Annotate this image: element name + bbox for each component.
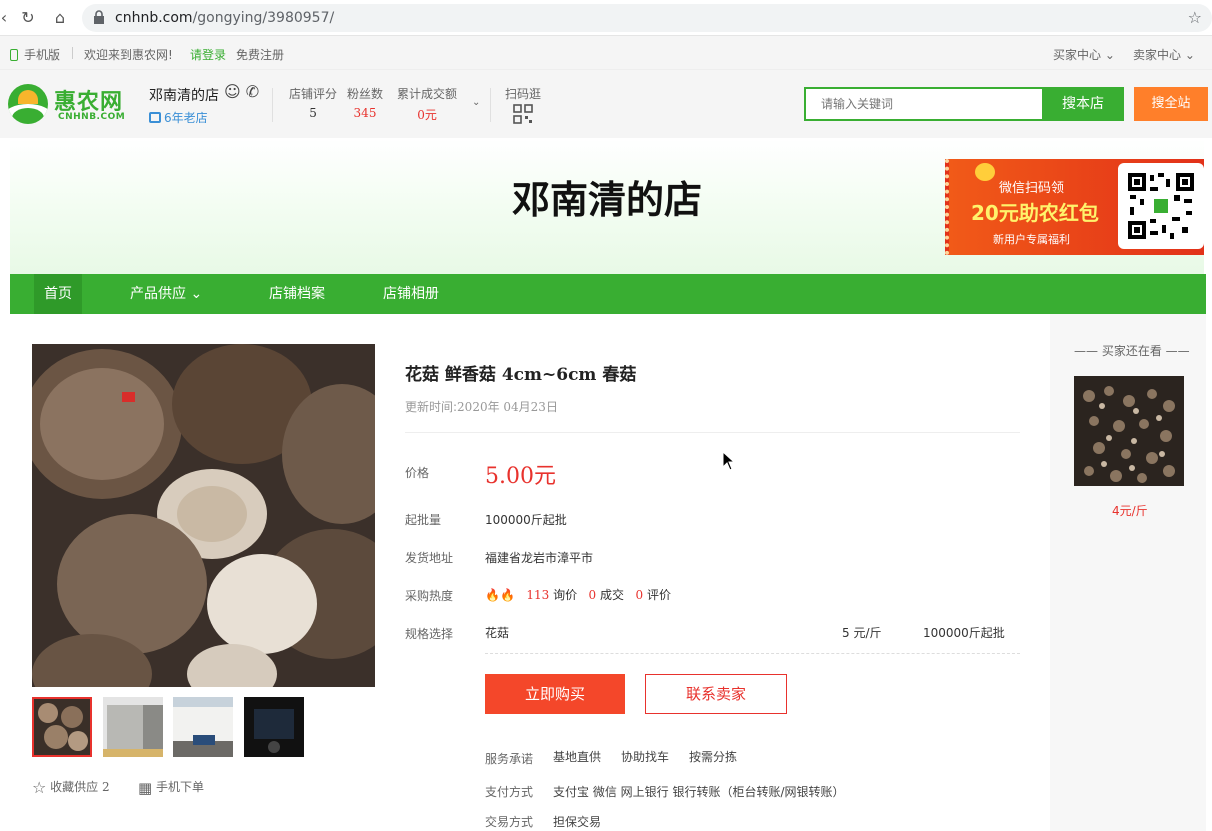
nav-products[interactable]: 产品供应 ⌄ xyxy=(130,274,202,314)
service-label: 服务承诺 xyxy=(485,752,534,766)
chevron-down-icon: ⌄ xyxy=(1104,48,1115,62)
spec-label: 规格选择 xyxy=(405,627,454,641)
search-shop-button[interactable]: 搜本店 xyxy=(1042,87,1124,121)
nav-shop-album[interactable]: 店铺相册 xyxy=(383,274,439,314)
promo-qr-code xyxy=(1118,163,1204,249)
contact-seller-button[interactable]: 联系卖家 xyxy=(645,674,787,714)
divider xyxy=(272,88,273,122)
service-item: 按需分拣 xyxy=(689,750,738,764)
phone-icon[interactable]: ✆ xyxy=(246,82,259,101)
payment-methods: 支付宝 微信 网上银行 银行转账（柜台转账/网银转账） xyxy=(553,785,845,799)
address-bar[interactable]: cnhnb.com/gongying/3980957/ ☆ xyxy=(82,4,1212,32)
thumbnail[interactable] xyxy=(244,697,304,757)
chevron-down-icon: ⌄ xyxy=(1184,48,1195,62)
mobile-order-button[interactable]: ▦ 手机下单 xyxy=(138,778,204,797)
thumbnail[interactable] xyxy=(103,697,163,757)
star-icon: ☆ xyxy=(32,778,47,797)
nav-shop-profile[interactable]: 店铺档案 xyxy=(269,274,325,314)
welcome-text: 欢迎来到惠农网! xyxy=(84,48,173,62)
stat-fans: 粉丝数 345 xyxy=(347,87,384,120)
heat-label: 采购热度 xyxy=(405,589,454,603)
divider xyxy=(72,47,73,59)
buyer-center-menu[interactable]: 买家中心 ⌄ xyxy=(1053,46,1115,63)
seller-center-menu[interactable]: 卖家中心 ⌄ xyxy=(1133,46,1195,63)
stat-shop-score: 店铺评分 5 xyxy=(289,87,338,120)
coin-icon xyxy=(975,163,995,181)
shop-nav: 首页 产品供应 ⌄ 店铺档案 店铺相册 xyxy=(10,274,1206,314)
buy-now-button[interactable]: 立即购买 xyxy=(485,674,625,714)
spec-price: 5 元/斤 xyxy=(842,626,882,640)
sidebar-heading: —— 买家还在看 —— xyxy=(1074,344,1190,358)
shop-header: 惠农网 CNHNB.COM 邓南清的店 ☺ ✆ 6年老店 店铺评分 5 粉丝数 34… xyxy=(0,70,1212,138)
payment-label: 支付方式 xyxy=(485,785,534,799)
search-box xyxy=(804,87,1044,121)
logo-mark-icon xyxy=(8,84,48,124)
chat-icon[interactable]: ☺ xyxy=(224,82,241,101)
phone-icon xyxy=(10,49,18,61)
ship-from-value: 福建省龙岩市漳平市 xyxy=(485,551,594,565)
product-title: 花菇 鲜香菇 4cm~6cm 春菇 xyxy=(405,365,637,385)
wechat-promo[interactable]: 微信扫码领 20元助农红包 新用户专属福利 xyxy=(945,159,1204,255)
price-value: 5.00元 xyxy=(485,464,556,489)
related-product-price: 4元/斤 xyxy=(1112,504,1148,518)
service-item: 基地直供 xyxy=(553,750,602,764)
search-all-button[interactable]: 搜全站 xyxy=(1134,87,1208,121)
spec-option[interactable]: 花菇 xyxy=(485,624,509,641)
back-icon[interactable]: ‹ xyxy=(0,8,14,28)
shop-name: 邓南清的店 xyxy=(149,88,219,104)
related-product-image[interactable] xyxy=(1074,376,1184,486)
qr-code-icon xyxy=(1126,171,1196,241)
divider xyxy=(485,653,1020,654)
mouse-cursor-icon xyxy=(722,451,736,471)
register-link[interactable]: 免费注册 xyxy=(236,46,284,63)
mobile-version-link[interactable]: 手机版 xyxy=(10,46,60,63)
scan-to-browse[interactable]: 扫码逛 xyxy=(505,85,541,124)
divider xyxy=(405,432,1020,433)
old-shop-badge: 6年老店 xyxy=(149,109,208,126)
price-label: 价格 xyxy=(405,466,430,480)
fire-icon: 🔥🔥 xyxy=(485,588,515,602)
thumbnail[interactable] xyxy=(173,697,233,757)
qr-code-icon xyxy=(513,104,533,124)
update-time: 更新时间:2020年 04月23日 xyxy=(405,400,558,414)
browser-toolbar: ‹ ↻ ⌂ cnhnb.com/gongying/3980957/ ☆ xyxy=(0,0,1212,36)
trade-method: 担保交易 xyxy=(553,815,602,829)
trade-label: 交易方式 xyxy=(485,815,534,829)
url-text: cnhnb.com/gongying/3980957/ xyxy=(115,10,335,26)
purchase-heat: 🔥🔥 113 询价 0 成交 0 评价 xyxy=(485,588,671,602)
stat-total-sales: 累计成交额 0元 xyxy=(397,87,458,122)
thumbnail[interactable] xyxy=(32,697,92,757)
login-link[interactable]: 请登录 xyxy=(190,46,226,63)
qr-code-icon: ▦ xyxy=(138,779,153,797)
home-icon[interactable]: ⌂ xyxy=(50,8,70,28)
mushroom-photo xyxy=(32,344,375,687)
site-topbar: 手机版 欢迎来到惠农网! 请登录 免费注册 买家中心 ⌄ 卖家中心 ⌄ xyxy=(0,36,1212,70)
spec-min-quantity: 100000斤起批 xyxy=(923,626,1005,640)
chevron-down-icon: ⌄ xyxy=(190,286,203,302)
product-main-image[interactable] xyxy=(32,344,375,687)
shop-banner: 邓南清的店 微信扫码领 20元助农红包 新用户专属福利 xyxy=(10,139,1204,274)
moq-value: 100000斤起批 xyxy=(485,513,567,527)
nav-home[interactable]: 首页 xyxy=(34,274,82,314)
bookmark-star-icon[interactable]: ☆ xyxy=(1188,8,1202,27)
related-sidebar: —— 买家还在看 —— 4元/斤 xyxy=(1050,314,1206,831)
service-item: 协助找车 xyxy=(621,750,670,764)
reload-icon[interactable]: ↻ xyxy=(18,8,38,28)
shop-icon xyxy=(149,112,161,123)
divider xyxy=(490,88,491,122)
search-input[interactable] xyxy=(806,89,1042,119)
moq-label: 起批量 xyxy=(405,513,442,527)
site-logo[interactable]: 惠农网 CNHNB.COM xyxy=(8,83,126,125)
lock-icon xyxy=(94,10,104,24)
expand-stats-icon[interactable]: ⌄ xyxy=(472,97,480,108)
collect-supply-button[interactable]: ☆ 收藏供应 2 xyxy=(32,778,110,797)
ship-label: 发货地址 xyxy=(405,551,454,565)
